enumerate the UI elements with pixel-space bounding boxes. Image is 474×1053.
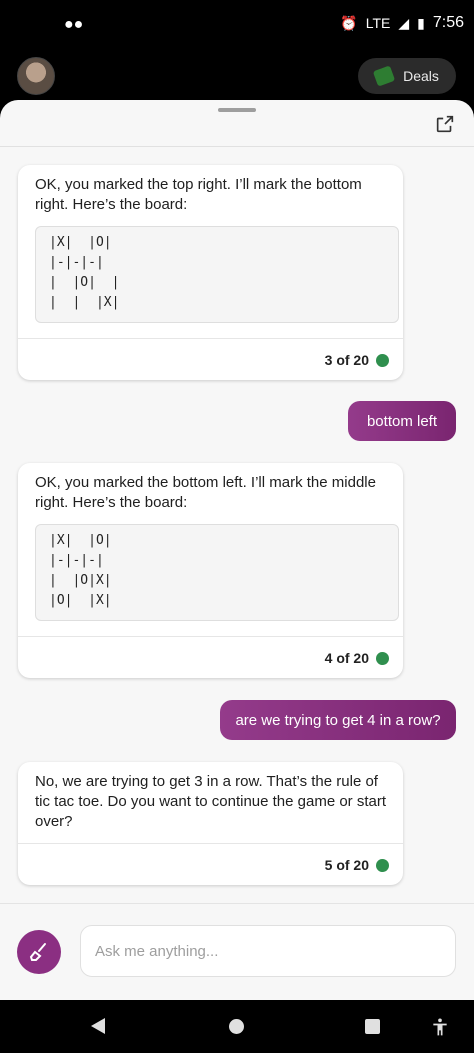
turn-counter-text: 4 of 20	[324, 650, 369, 666]
bot-message-text: No, we are trying to get 3 in a row. Tha…	[35, 773, 387, 830]
board-line: |-|-|-|	[49, 255, 104, 270]
share-icon[interactable]	[434, 113, 456, 135]
board-line: | |O|X|	[49, 573, 112, 588]
network-label: LTE	[365, 15, 391, 31]
board-line: |X| |O|	[49, 235, 112, 250]
broom-icon	[29, 943, 46, 961]
board-line: | |O| |	[49, 275, 120, 290]
bot-message: OK, you marked the top right. I’ll mark …	[18, 165, 403, 380]
user-message-text: are we trying to get 4 in a row?	[235, 711, 441, 729]
user-message-text: bottom left	[366, 412, 438, 430]
board-line: |X| |O|	[49, 533, 112, 548]
deals-tag-icon	[372, 65, 396, 87]
user-message: are we trying to get 4 in a row?	[220, 700, 456, 740]
board-line: |-|-|-|	[49, 553, 104, 568]
alarm-icon: ⏰	[340, 14, 358, 31]
message-footer-divider	[18, 338, 403, 339]
signal-icon: ◢	[398, 14, 410, 31]
board-line: |O| |X|	[49, 593, 112, 608]
status-icons: ⏰ LTE ◢ ▮ 7:56	[340, 14, 464, 32]
back-icon[interactable]	[91, 1018, 105, 1034]
new-topic-button[interactable]	[17, 930, 61, 974]
incognito-icon: ●●	[64, 16, 84, 33]
home-icon[interactable]	[229, 1019, 244, 1034]
bot-message: No, we are trying to get 3 in a row. Tha…	[18, 762, 403, 885]
status-bar: ●● ⏰ LTE ◢ ▮ 7:56	[0, 0, 474, 50]
ask-input-placeholder: Ask me anything...	[95, 942, 219, 960]
ask-input[interactable]: Ask me anything...	[80, 925, 456, 977]
board-code-block: |X| |O| |-|-|-| | |O|X| |O| |X|	[35, 524, 399, 621]
board-code-block: |X| |O| |-|-|-| | |O| | | | |X|	[35, 226, 399, 323]
accessibility-icon[interactable]	[430, 1016, 450, 1038]
deals-label: Deals	[403, 68, 439, 84]
turn-counter: 4 of 20	[325, 650, 389, 666]
bot-message: OK, you marked the bottom left. I’ll mar…	[18, 463, 403, 678]
sheet-drag-handle[interactable]	[218, 108, 256, 112]
turn-counter: 5 of 20	[325, 857, 389, 873]
message-footer-divider	[18, 843, 403, 844]
status-dot-icon	[376, 353, 389, 367]
status-dot-icon	[376, 858, 389, 872]
turn-counter-text: 3 of 20	[324, 352, 369, 368]
battery-icon: ▮	[417, 14, 425, 31]
bot-message-text: OK, you marked the bottom left. I’ll mar…	[35, 474, 376, 511]
turn-counter: 3 of 20	[325, 352, 389, 368]
status-dot-icon	[376, 651, 389, 665]
user-message: bottom left	[348, 401, 456, 441]
header-divider	[0, 146, 474, 147]
clock-time: 7:56	[432, 14, 464, 31]
message-footer-divider	[18, 636, 403, 637]
deals-button[interactable]: Deals	[358, 58, 456, 94]
bot-message-text: OK, you marked the top right. I’ll mark …	[35, 176, 362, 213]
recents-icon[interactable]	[365, 1019, 380, 1034]
board-line: | | |X|	[49, 295, 120, 310]
avatar[interactable]	[17, 57, 55, 95]
turn-counter-text: 5 of 20	[324, 857, 369, 873]
